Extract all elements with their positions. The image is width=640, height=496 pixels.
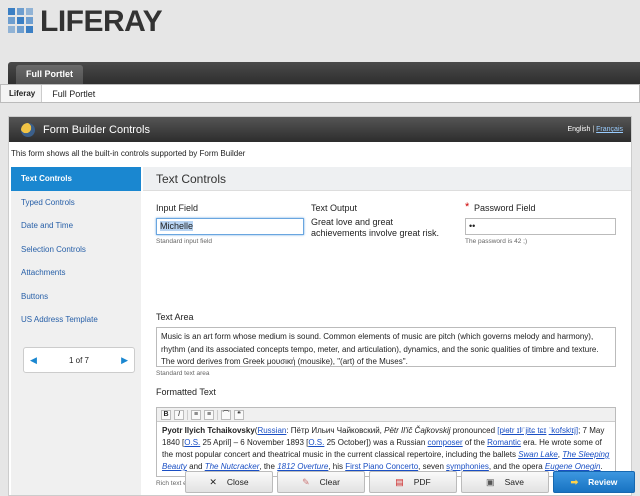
password-field-help: The password is 42 ;) <box>465 238 528 245</box>
required-marker: * <box>465 201 470 213</box>
password-field[interactable]: •• <box>465 218 616 235</box>
eraser-icon: ✎ <box>302 476 310 487</box>
rte-link[interactable]: composer <box>428 438 463 447</box>
pager-label: 1 of 7 <box>68 355 89 365</box>
sidebar-item-us-address-template[interactable]: US Address Template <box>11 308 141 332</box>
liferay-logo-icon <box>8 8 36 36</box>
pdf-button[interactable]: ▤ PDF <box>369 471 457 493</box>
input-field-label: Input Field <box>156 203 199 213</box>
breadcrumb-current[interactable]: Full Portlet <box>42 89 105 99</box>
save-button[interactable]: ▣ Save <box>461 471 549 493</box>
lang-english: English <box>567 126 591 133</box>
review-button[interactable]: ➡ Review <box>553 471 635 493</box>
toolbar-divider <box>187 409 188 420</box>
rich-text-editor[interactable]: B I ≡ ≡ ⌒ ❝ Pyotr Ilyich Tchaikovsky(Rus… <box>156 407 616 477</box>
save-icon: ▣ <box>486 476 495 487</box>
rte-link[interactable]: Russian <box>257 426 286 435</box>
breadcrumb-root[interactable]: Liferay <box>1 85 43 102</box>
numbered-list-icon[interactable]: ≡ <box>204 409 214 420</box>
rte-link[interactable]: The Nutcracker <box>205 462 260 471</box>
sidebar-item-attachments[interactable]: Attachments <box>11 261 141 285</box>
rte-link[interactable]: Swan Lake <box>518 450 558 459</box>
clear-button[interactable]: ✎ Clear <box>277 471 365 493</box>
tab-full-portlet[interactable]: Full Portlet <box>16 65 83 84</box>
lang-french-link[interactable]: Français <box>596 126 623 133</box>
main-panel: Text Controls Input Field Michelle Stand… <box>143 167 631 495</box>
next-page-icon[interactable]: ▶ <box>121 355 128 366</box>
breadcrumb: Liferay Full Portlet <box>0 84 640 103</box>
rte-toolbar: B I ≡ ≡ ⌒ ❝ <box>157 408 615 422</box>
sidebar-item-typed-controls[interactable]: Typed Controls <box>11 191 141 215</box>
portlet-title-bar: Form Builder Controls English | Français <box>9 117 631 142</box>
button-bar: ✕ Close ✎ Clear ▤ PDF ▣ Save ➡ Review <box>185 471 635 493</box>
rte-link[interactable]: O.S. <box>308 438 324 447</box>
language-selector: English | Français <box>567 126 623 133</box>
sidebar-item-text-controls[interactable]: Text Controls <box>11 167 141 191</box>
portlet-icon <box>21 122 35 137</box>
section-title: Text Controls <box>143 167 631 191</box>
rte-link[interactable]: 1812 Overture <box>277 462 328 471</box>
pager: ◀ 1 of 7 ▶ <box>23 347 135 373</box>
bold-icon[interactable]: B <box>161 409 171 420</box>
password-field-label: Password Field <box>474 203 536 213</box>
sidebar-item-selection-controls[interactable]: Selection Controls <box>11 238 141 262</box>
portlet-title: Form Builder Controls <box>43 123 150 136</box>
pdf-icon: ▤ <box>395 476 404 487</box>
rte-link[interactable]: ˈkofskʲɪj] <box>549 426 578 435</box>
input-field[interactable]: Michelle <box>156 218 304 235</box>
form-builder-portlet: Form Builder Controls English | Français… <box>8 116 635 496</box>
text-output-label: Text Output <box>311 203 358 213</box>
sidebar: Text Controls Typed Controls Date and Ti… <box>11 167 141 495</box>
link-icon[interactable]: ⌒ <box>221 409 231 420</box>
prev-page-icon[interactable]: ◀ <box>30 355 37 366</box>
bulleted-list-icon[interactable]: ≡ <box>191 409 201 420</box>
close-button[interactable]: ✕ Close <box>185 471 273 493</box>
close-icon: ✕ <box>209 476 217 487</box>
rte-link[interactable]: [pʲɵtr ɪlʲˈjitɕ tɕɪ <box>497 426 546 435</box>
input-field-help: Standard input field <box>156 238 213 245</box>
text-area[interactable]: Music is an art form whose medium is sou… <box>156 327 616 367</box>
sidebar-item-buttons[interactable]: Buttons <box>11 285 141 309</box>
text-area-label: Text Area <box>156 312 194 322</box>
arrow-right-icon: ➡ <box>570 476 579 487</box>
blockquote-icon[interactable]: ❝ <box>234 409 244 420</box>
rte-bold-name: Pyotr Ilyich Tchaikovsky <box>162 426 255 435</box>
rte-link[interactable]: symphonies <box>446 462 489 471</box>
input-field-value: Michelle <box>160 221 194 231</box>
dockbar: Full Portlet <box>8 62 640 84</box>
text-output-value: Great love and great achievements involv… <box>311 217 440 238</box>
liferay-logo: LIFERAY <box>8 4 163 40</box>
sidebar-item-date-and-time[interactable]: Date and Time <box>11 214 141 238</box>
italic-icon[interactable]: I <box>174 409 184 420</box>
toolbar-divider <box>217 409 218 420</box>
rte-link[interactable]: Romantic <box>487 438 521 447</box>
rte-link[interactable]: First Piano Concerto <box>345 462 418 471</box>
intro-text: This form shows all the built-in control… <box>11 149 246 158</box>
logo-text: LIFERAY <box>40 5 163 38</box>
rte-link[interactable]: Eugene Onegin <box>545 462 601 471</box>
rte-content[interactable]: Pyotr Ilyich Tchaikovsky(Russian: Пётр И… <box>157 422 615 478</box>
rte-link[interactable]: O.S. <box>184 438 200 447</box>
text-area-help: Standard text area <box>156 370 210 377</box>
formatted-text-label: Formatted Text <box>156 387 216 397</box>
